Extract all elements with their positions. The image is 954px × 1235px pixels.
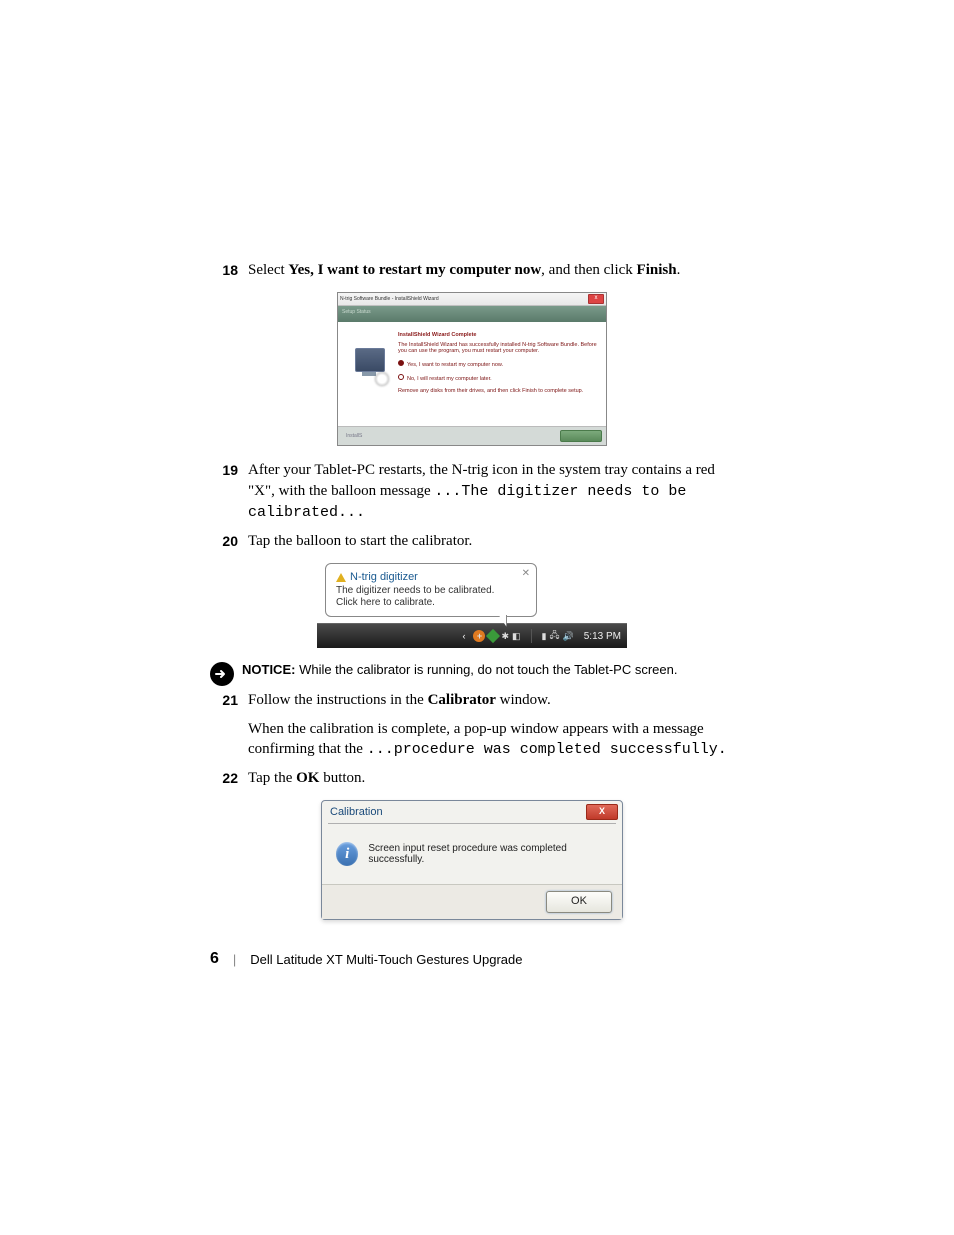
calibration-dialog: Calibration X i Screen input reset proce… xyxy=(321,800,623,920)
balloon-figure: ✕ N-trig digitizer The digitizer needs t… xyxy=(210,563,734,648)
tray-clock[interactable]: 5:13 PM xyxy=(584,631,621,642)
page-footer: 6 | Dell Latitude XT Multi-Touch Gesture… xyxy=(210,950,734,968)
step-body: After your Tablet-PC restarts, the N-tri… xyxy=(248,460,734,523)
step-number: 22 xyxy=(210,768,238,786)
balloon-line: Click here to calibrate. xyxy=(336,597,526,609)
tray-icons: + ✱ ◧ xyxy=(473,630,520,642)
close-icon[interactable]: ✕ xyxy=(522,568,530,579)
close-icon[interactable]: x xyxy=(588,294,604,304)
balloon-line: The digitizer needs to be calibrated. xyxy=(336,585,526,597)
step-number: 20 xyxy=(210,531,238,549)
bluetooth-icon[interactable]: ✱ xyxy=(501,631,509,642)
text-bold: OK xyxy=(296,770,319,786)
install-wizard-figure: N-trig Software Bundle - InstallShield W… xyxy=(210,292,734,446)
text: , and then click xyxy=(541,262,636,278)
step-body: Select Yes, I want to restart my compute… xyxy=(248,260,734,280)
step-18: 18 Select Yes, I want to restart my comp… xyxy=(210,260,734,280)
text: . xyxy=(677,262,681,278)
calibration-figure: Calibration X i Screen input reset proce… xyxy=(210,800,734,920)
notice-icon xyxy=(210,662,234,686)
balloon-tooltip[interactable]: ✕ N-trig digitizer The digitizer needs t… xyxy=(325,563,537,617)
dialog-title: Calibration xyxy=(330,806,586,818)
footer-title: Dell Latitude XT Multi-Touch Gestures Up… xyxy=(250,952,522,967)
text: Follow the instructions in the xyxy=(248,692,428,708)
footer-separator: | xyxy=(233,952,236,967)
taskbar: ‹ + ✱ ◧ ▮ 🖧 🔊 5:13 PM xyxy=(317,623,627,648)
battery-icon[interactable]: ▮ xyxy=(542,631,547,642)
balloon-body: The digitizer needs to be calibrated. Cl… xyxy=(336,585,526,609)
step-19: 19 After your Tablet-PC restarts, the N-… xyxy=(210,460,734,523)
step-sub-body: When the calibration is complete, a pop-… xyxy=(248,719,734,761)
notice-block: NOTICE: While the calibrator is running,… xyxy=(210,662,734,686)
balloon-tail xyxy=(498,614,506,626)
radio-restart-now[interactable]: Yes, I want to restart my computer now. xyxy=(398,360,598,368)
radio-restart-later[interactable]: No, I will restart my computer later. xyxy=(398,374,598,382)
text-bold: Calibrator xyxy=(428,692,496,708)
step-21: 21 Follow the instructions in the Calibr… xyxy=(210,690,734,710)
balloon-title-row: N-trig digitizer xyxy=(336,571,526,583)
wizard-heading: InstallShield Wizard Complete xyxy=(398,332,598,338)
step-body: Tap the OK button. xyxy=(248,768,734,788)
computer-icon xyxy=(351,346,387,382)
notice-label: NOTICE: xyxy=(242,662,295,677)
tray-generic-icon[interactable]: ◧ xyxy=(512,631,521,642)
text-bold: Finish xyxy=(637,262,677,278)
document-page: 18 Select Yes, I want to restart my comp… xyxy=(0,0,954,1048)
step-body: Follow the instructions in the Calibrato… xyxy=(248,690,734,710)
warning-icon xyxy=(336,573,346,582)
notice-text: NOTICE: While the calibrator is running,… xyxy=(242,662,677,679)
balloon-title: N-trig digitizer xyxy=(350,571,418,583)
dialog-footer: OK xyxy=(322,884,622,919)
volume-icon[interactable]: 🔊 xyxy=(563,631,574,642)
text: Select xyxy=(248,262,288,278)
tray-icons-2: ▮ 🖧 🔊 xyxy=(542,628,574,644)
wizard-graphic xyxy=(346,332,392,396)
radio-label: No, I will restart my computer later. xyxy=(407,376,492,382)
wizard-footer: InstallS xyxy=(338,426,606,445)
install-wizard-window: N-trig Software Bundle - InstallShield W… xyxy=(337,292,607,446)
step-number: 19 xyxy=(210,460,238,478)
step-body: Tap the balloon to start the calibrator. xyxy=(248,531,734,551)
wizard-body: InstallShield Wizard Complete The Instal… xyxy=(338,322,606,426)
window-title: N-trig Software Bundle - InstallShield W… xyxy=(340,296,588,302)
finish-button[interactable] xyxy=(560,430,602,442)
ok-button[interactable]: OK xyxy=(546,891,612,913)
text: button. xyxy=(319,770,365,786)
step-21-continuation: When the calibration is complete, a pop-… xyxy=(210,719,734,761)
step-20: 20 Tap the balloon to start the calibrat… xyxy=(210,531,734,551)
text-mono: ...procedure was completed successfully. xyxy=(367,741,727,758)
dialog-titlebar: Calibration X xyxy=(322,801,622,823)
text: window. xyxy=(496,692,551,708)
tray-ntrig-icon[interactable] xyxy=(486,629,500,643)
wizard-content: InstallShield Wizard Complete The Instal… xyxy=(398,332,598,396)
info-icon: i xyxy=(336,842,358,866)
tray-plus-icon[interactable]: + xyxy=(473,630,485,642)
footer-label: InstallS xyxy=(342,433,560,439)
dialog-body: i Screen input reset procedure was compl… xyxy=(322,824,622,884)
radio-label: Yes, I want to restart my computer now. xyxy=(407,362,503,368)
window-titlebar: N-trig Software Bundle - InstallShield W… xyxy=(338,293,606,306)
page-number: 6 xyxy=(210,950,219,968)
tray-expand-icon[interactable]: ‹ xyxy=(462,631,465,641)
dialog-message: Screen input reset procedure was complet… xyxy=(368,843,608,865)
step-number: 21 xyxy=(210,690,238,708)
network-icon[interactable]: 🖧 xyxy=(549,628,559,644)
wizard-banner: Setup Status xyxy=(338,306,606,322)
tray-figure-container: ✕ N-trig digitizer The digitizer needs t… xyxy=(317,563,627,648)
wizard-text: Remove any disks from their drives, and … xyxy=(398,388,598,394)
tray-separator xyxy=(531,629,532,643)
step-number: 18 xyxy=(210,260,238,278)
step-22: 22 Tap the OK button. xyxy=(210,768,734,788)
close-icon[interactable]: X xyxy=(586,804,618,820)
text: Tap the xyxy=(248,770,296,786)
notice-body: While the calibrator is running, do not … xyxy=(295,662,677,677)
wizard-text: The InstallShield Wizard has successfull… xyxy=(398,342,598,354)
text-bold: Yes, I want to restart my computer now xyxy=(288,262,541,278)
